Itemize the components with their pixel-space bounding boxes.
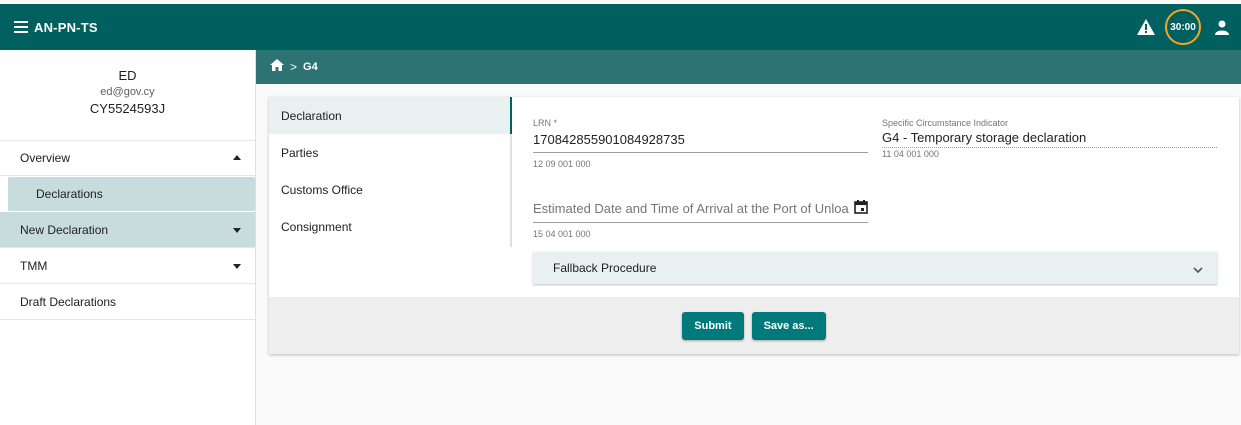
sci-code: 11 04 001 000 bbox=[882, 149, 939, 159]
chevron-down-icon bbox=[1193, 263, 1203, 277]
sidebar-item-label: New Declaration bbox=[20, 222, 109, 237]
eta-underline bbox=[533, 222, 868, 223]
sidebar-item-draft-declarations[interactable]: Draft Declarations bbox=[0, 284, 255, 320]
sidebar-item-label: Draft Declarations bbox=[20, 294, 117, 309]
home-icon[interactable] bbox=[270, 58, 284, 76]
breadcrumb: > G4 bbox=[256, 50, 1241, 84]
lrn-underline bbox=[533, 152, 868, 153]
form-actions: Submit Save as... bbox=[269, 297, 1239, 354]
step-consignment[interactable]: Consignment bbox=[269, 208, 511, 245]
declaration-form-card: Declaration Parties Customs Office Consi… bbox=[269, 97, 1239, 354]
lrn-code: 12 09 001 000 bbox=[533, 159, 591, 169]
sci-label: Specific Circumstance Indicator bbox=[882, 118, 1009, 128]
step-label: Customs Office bbox=[281, 182, 363, 197]
steps-divider bbox=[510, 97, 512, 247]
sidebar-item-label: TMM bbox=[20, 258, 48, 273]
warning-icon[interactable] bbox=[1137, 19, 1155, 35]
user-icon[interactable] bbox=[1215, 20, 1229, 35]
user-profile: ED ed@gov.cy CY5524593J bbox=[0, 50, 255, 140]
sidebar-item-tmm[interactable]: TMM bbox=[0, 248, 255, 284]
step-parties[interactable]: Parties bbox=[269, 134, 511, 171]
step-label: Declaration bbox=[281, 108, 342, 123]
sci-underline bbox=[882, 147, 1217, 148]
lrn-input[interactable]: 17084285590108492873​5 bbox=[533, 132, 868, 147]
lrn-label: LRN * bbox=[533, 118, 558, 128]
eta-input[interactable]: Estimated Date and Time of Arrival at th… bbox=[533, 201, 849, 216]
step-declaration[interactable]: Declaration bbox=[269, 97, 511, 134]
profile-eori: CY5524593J bbox=[89, 101, 166, 116]
caret-down-icon bbox=[233, 227, 241, 233]
fallback-procedure-panel[interactable]: Fallback Procedure bbox=[533, 252, 1217, 284]
sci-value: G4 - Temporary storage declaration bbox=[882, 130, 1087, 145]
fallback-label: Fallback Procedure bbox=[553, 261, 657, 275]
session-timer: 30:00 bbox=[1165, 9, 1201, 45]
submit-button[interactable]: Submit bbox=[682, 311, 744, 340]
chevron-right-icon: > bbox=[290, 60, 298, 74]
breadcrumb-current: G4 bbox=[303, 61, 318, 73]
caret-up-icon bbox=[233, 155, 241, 160]
menu-icon bbox=[14, 21, 28, 33]
caret-down-icon bbox=[233, 263, 241, 269]
profile-email: ed@gov.cy bbox=[100, 86, 155, 98]
app-title: AN-PN-TS bbox=[34, 19, 98, 35]
step-label: Parties bbox=[281, 145, 319, 160]
eta-input-wrap[interactable]: Estimated Date and Time of Arrival at th… bbox=[533, 200, 868, 219]
step-label: Consignment bbox=[281, 219, 352, 234]
eta-field[interactable]: Estimated Date and Time of Arrival at th… bbox=[533, 200, 868, 239]
sci-field: Specific Circumstance Indicator G4 - Tem… bbox=[882, 118, 1217, 159]
save-as-button[interactable]: Save as... bbox=[751, 311, 826, 340]
calendar-icon[interactable] bbox=[854, 200, 868, 219]
active-step-indicator bbox=[510, 97, 512, 134]
sidebar-item-new-declaration[interactable]: New Declaration bbox=[0, 212, 255, 248]
step-navigation: Declaration Parties Customs Office Consi… bbox=[269, 97, 511, 247]
sidebar: ED ed@gov.cy CY5524593J Overview Declara… bbox=[0, 50, 256, 425]
step-customs-office[interactable]: Customs Office bbox=[269, 171, 511, 208]
eta-code: 15 04 001 000 bbox=[533, 229, 591, 239]
menu-button[interactable]: AN-PN-TS bbox=[14, 20, 98, 35]
sidebar-item-label: Overview bbox=[20, 151, 71, 165]
top-app-bar: AN-PN-TS 30:00 bbox=[0, 4, 1241, 50]
sidebar-item-overview[interactable]: Overview bbox=[0, 140, 255, 176]
sidebar-item-label: Declarations bbox=[36, 187, 103, 201]
profile-name: ED bbox=[118, 68, 137, 83]
sidebar-item-declarations[interactable]: Declarations bbox=[8, 177, 255, 211]
lrn-field[interactable]: LRN * 17084285590108492873​5 12 09 001 0… bbox=[533, 118, 868, 169]
